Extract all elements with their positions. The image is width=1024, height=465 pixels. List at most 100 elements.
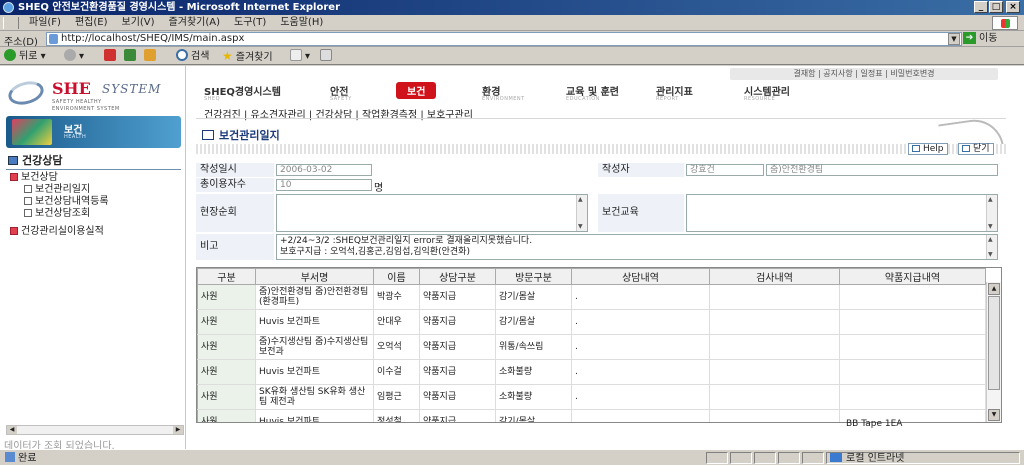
- go-button[interactable]: ➔ 이동: [963, 32, 1021, 46]
- refresh-button[interactable]: [124, 49, 139, 64]
- address-input[interactable]: http://localhost/SHEQ/IMS/main.aspx: [46, 32, 962, 46]
- column-header[interactable]: 이름: [373, 268, 420, 285]
- table-row[interactable]: 사원 Huvis 보건파트 이수걸 약품지급 소화불량.: [197, 359, 986, 385]
- status-cell-2: [730, 452, 752, 464]
- she-system-logo[interactable]: SHE SYSTEM SAFETY HEALTHY ENVIRONMENT SY…: [5, 76, 181, 118]
- table-cell: [839, 284, 986, 310]
- table-cell: 사원: [197, 384, 256, 410]
- table-cell: 박광수: [373, 284, 420, 310]
- column-header[interactable]: 부서명: [255, 268, 374, 285]
- column-header[interactable]: 구분: [197, 268, 256, 285]
- sidebar-item-consult-register[interactable]: 보건상담내역등록: [24, 196, 109, 208]
- sidebar-title-text: 건강상담: [22, 154, 63, 167]
- table-row[interactable]: 사원 SK유화 생산팀 SK유화 생산팀 제전과 임평근 약품지급 소화불량.: [197, 384, 986, 410]
- menu-edit[interactable]: 편집(E): [68, 15, 115, 31]
- column-header[interactable]: 상담내역: [571, 268, 710, 285]
- remark-textarea[interactable]: +2/24~3/2 :SHEQ보건관리일지 error로 결재올리지못했습니다.…: [276, 234, 998, 260]
- table-cell: 약품지급: [419, 284, 496, 310]
- mail-button[interactable]: ▾: [290, 49, 310, 64]
- menu-tools[interactable]: 도구(T): [227, 15, 273, 31]
- table-cell: [839, 334, 986, 360]
- help-label: Help: [923, 144, 944, 154]
- address-dropdown-button[interactable]: ▼: [948, 33, 960, 45]
- table-cell: 줌)안전환경팀 줌)안전환경팀(환경파트): [255, 284, 374, 310]
- education-scrollbar[interactable]: [986, 195, 997, 231]
- status-zone-text: 로컬 인트라넷: [846, 453, 905, 464]
- search-button[interactable]: 검색: [176, 49, 209, 64]
- help-button[interactable]: Help: [908, 143, 948, 155]
- table-cell: [839, 309, 986, 335]
- consultation-table: 구분 부서명 이름 상담구분 방문구분 상담내역 검사내역 약품지급내역 사원 줌)안전환경팀 …: [196, 267, 1002, 423]
- address-label: 주소(D): [4, 37, 38, 48]
- toolbar-strip: [196, 144, 1006, 154]
- scroll-thumb[interactable]: [988, 296, 1000, 390]
- home-button[interactable]: [144, 49, 159, 64]
- stop-icon: [104, 49, 116, 61]
- column-header[interactable]: 검사내역: [709, 268, 840, 285]
- table-vertical-scrollbar[interactable]: ▲ ▼: [986, 282, 1001, 422]
- remark-scrollbar[interactable]: [986, 235, 997, 259]
- maximize-button[interactable]: □: [989, 1, 1003, 13]
- health-banner-image: [12, 119, 52, 145]
- favorites-label: 즐겨찾기: [235, 52, 273, 63]
- table-row[interactable]: 사원 줌)안전환경팀 줌)안전환경팀(환경파트) 박광수 약품지급 감기/몸살.: [197, 284, 986, 310]
- education-label: 보건교육: [598, 194, 684, 232]
- sidebar: SHE SYSTEM SAFETY HEALTHY ENVIRONMENT SY…: [0, 66, 186, 449]
- column-header[interactable]: 상담구분: [419, 268, 496, 285]
- back-button[interactable]: 뒤로 ▾: [4, 49, 46, 64]
- author-dept-field[interactable]: 줌)안전환경팀: [766, 164, 998, 176]
- scroll-up-icon[interactable]: ▲: [988, 283, 1000, 295]
- menu-view[interactable]: 보기(V): [115, 15, 162, 31]
- close-page-button[interactable]: 닫기: [958, 143, 994, 155]
- author-name-field[interactable]: 강효건: [686, 164, 764, 176]
- patrol-scrollbar[interactable]: [576, 195, 587, 231]
- sidebar-item-health-consult[interactable]: 보건상담: [10, 172, 58, 184]
- table-row[interactable]: 사원 Huvis 보건파트 안대우 약품지급 감기/몸살.: [197, 309, 986, 335]
- scroll-right-icon[interactable]: ▶: [173, 426, 183, 434]
- sidebar-item-label: 보건상담: [21, 172, 58, 183]
- logo-ring-icon: [5, 77, 47, 109]
- education-textarea[interactable]: [686, 194, 998, 232]
- health-banner-subtitle: HEALTH: [64, 134, 87, 140]
- user-count-unit: 명: [374, 183, 384, 194]
- author-label: 작성자: [598, 163, 684, 177]
- page-icon: [49, 34, 58, 44]
- forward-button[interactable]: ▾: [64, 49, 84, 64]
- logo-she-text: SHE: [52, 79, 91, 98]
- table-row[interactable]: 사원 줌)수지생산팀 줌)수지생산팀 보전과 오억석 약품지급 위통/속쓰림.: [197, 334, 986, 360]
- table-cell: 안대우: [373, 309, 420, 335]
- stop-button[interactable]: [104, 49, 119, 64]
- user-count-field[interactable]: 10: [276, 179, 372, 191]
- close-window-button[interactable]: ×: [1006, 1, 1020, 13]
- status-cell-4: [778, 452, 800, 464]
- column-header[interactable]: 방문구분: [495, 268, 572, 285]
- page-title: 보건관리일지: [202, 127, 280, 143]
- address-bar: 주소(D) http://localhost/SHEQ/IMS/main.asp…: [0, 31, 1024, 48]
- patrol-textarea[interactable]: [276, 194, 588, 232]
- minimize-button[interactable]: _: [974, 1, 988, 13]
- table-cell: [839, 384, 986, 410]
- user-count-label: 총이용자수: [196, 178, 274, 192]
- status-cell-5: [802, 452, 824, 464]
- table-header-row: 구분 부서명 이름 상담구분 방문구분 상담내역 검사내역 약품지급내역: [197, 268, 986, 285]
- print-button[interactable]: [320, 49, 335, 64]
- sidebar-item-consult-search[interactable]: 보건상담조회: [24, 208, 90, 220]
- scroll-left-icon[interactable]: ◀: [7, 426, 17, 434]
- address-url: http://localhost/SHEQ/IMS/main.aspx: [61, 33, 245, 44]
- top-utility-links[interactable]: 결재함 | 공지사항 | 일정표 | 비밀번호변경: [730, 68, 998, 80]
- sidebar-item-clinic-usage[interactable]: 건강관리실이용실적: [10, 226, 104, 238]
- favorites-button[interactable]: ★ 즐겨찾기: [222, 49, 273, 64]
- status-cell-3: [754, 452, 776, 464]
- column-header[interactable]: 약품지급내역: [839, 268, 986, 285]
- sidebar-horizontal-scrollbar[interactable]: ◀ ▶: [6, 425, 184, 435]
- menu-help[interactable]: 도움말(H): [273, 15, 330, 31]
- menu-favorites[interactable]: 즐겨찾기(A): [162, 15, 227, 31]
- web-page: SHE SYSTEM SAFETY HEALTHY ENVIRONMENT SY…: [0, 66, 1024, 449]
- table-cell: [709, 359, 840, 385]
- scroll-down-icon[interactable]: ▼: [988, 409, 1000, 421]
- date-field[interactable]: 2006-03-02: [276, 164, 372, 176]
- menu-file[interactable]: 파일(F): [22, 15, 68, 31]
- sidebar-item-health-log[interactable]: 보건관리일지: [24, 184, 90, 196]
- nav-health[interactable]: 보건: [396, 82, 437, 99]
- page-title-text: 보건관리일지: [219, 129, 280, 142]
